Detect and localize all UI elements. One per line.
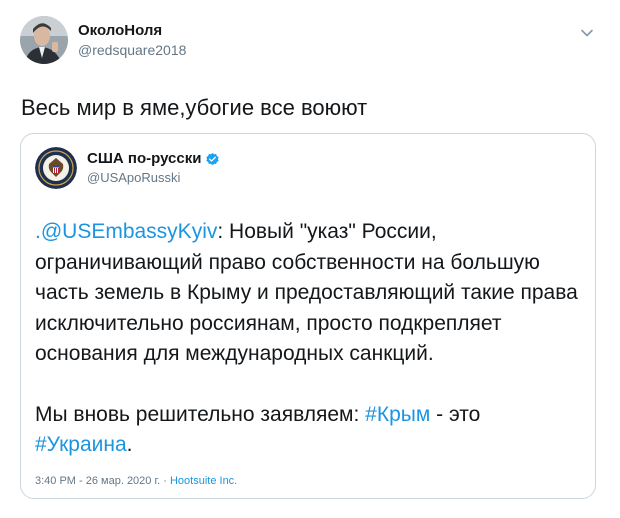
quoted-paragraph-2-dash: - это [430,402,481,426]
chevron-down-icon[interactable] [580,26,594,40]
quoted-paragraph-2-text: Мы вновь решительно заявляем: [35,402,366,426]
quoted-author-display-name[interactable]: США по-русски [87,150,201,168]
hashtag-ukraine-link[interactable]: #Украина [35,433,127,456]
quoted-paragraph-1: .@USEmbassyKyiv: Новый "указ" России, ог… [35,217,581,370]
verified-badge-icon [206,152,220,165]
author-display-name[interactable]: ОколоНоля [78,22,186,40]
user-avatar-photo-icon [20,16,68,64]
quoted-author-handle[interactable]: @USApoRusski [87,170,220,186]
author-avatar[interactable] [20,16,68,64]
mention-link[interactable]: .@USEmbassyKyiv [35,220,217,243]
hashtag-crimea-link[interactable]: #Крым [365,403,430,426]
tweet-text: Весь мир в яме,убогие все воюют [21,95,368,120]
quoted-tweet-header: США по-русски @USApoRusski [35,144,581,192]
author-handle[interactable]: @redsquare2018 [78,42,186,59]
quoted-tweet[interactable]: США по-русски @USApoRusski .@USEmbassyKy… [20,133,596,499]
tweet-header: ОколоНоля @redsquare2018 [20,14,602,66]
source-link[interactable]: Hootsuite Inc. [170,475,237,487]
quoted-paragraph-2-end: . [126,433,133,456]
tweet-card: ОколоНоля @redsquare2018 Весь мир в яме,… [0,0,620,518]
state-department-seal-icon [35,147,77,189]
quoted-tweet-meta: 3:40 PM - 26 мар. 2020 г. · Hootsuite In… [35,475,237,487]
timestamp[interactable]: 3:40 PM - 26 мар. 2020 г. · [35,475,170,487]
quoted-paragraph-2: Мы вновь решительно заявляем: #Крым - эт… [35,400,581,461]
quoted-author-avatar[interactable] [35,147,77,189]
quoted-tweet-body: .@USEmbassyKyiv: Новый "указ" России, ог… [35,217,581,461]
